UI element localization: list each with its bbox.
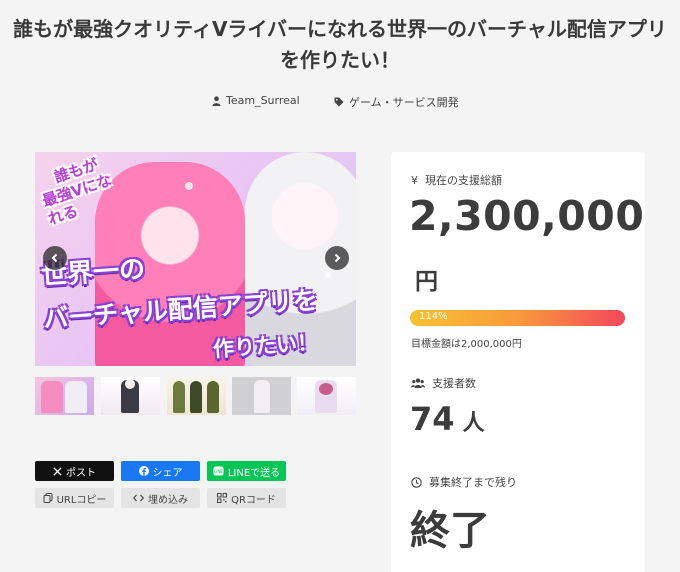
share-x-label: ポスト <box>66 467 96 479</box>
category-name: ゲーム・サービス開発 <box>349 96 459 109</box>
share-facebook-button[interactable]: シェア <box>121 461 200 481</box>
remaining-label: 募集終了まで残り <box>429 476 517 489</box>
supporters-label: 支援者数 <box>432 377 476 390</box>
sparkle <box>185 182 193 190</box>
owner-name: Team_Surreal <box>226 94 300 107</box>
chevron-right-icon <box>334 253 341 263</box>
qr-code-label: QRコード <box>231 494 276 506</box>
sparkle <box>325 272 331 278</box>
progress-bar: 114% <box>410 310 625 326</box>
thumbnail[interactable] <box>35 377 94 415</box>
code-icon <box>133 494 144 502</box>
supporters-value: 74 <box>410 400 455 438</box>
line-icon: LINE <box>213 466 224 476</box>
thumbnail[interactable] <box>101 377 160 415</box>
project-title: 誰もが最強クオリティVライバーになれる世界一のバーチャル配信アプリを作りたい！ <box>13 17 667 72</box>
share-line-button[interactable]: LINE LINEで送る <box>207 461 286 481</box>
qr-code-icon <box>217 493 228 503</box>
supporters-unit: 人 <box>462 411 485 436</box>
utility-buttons: URLコピー 埋め込み QRコード <box>35 488 293 508</box>
goal-amount: 目標金額は2,000,000円 <box>411 339 522 350</box>
remaining-value: 終了 <box>410 508 490 554</box>
progress-percent: 114% <box>419 311 448 322</box>
remaining-label-row: 募集終了まで残り <box>411 474 517 490</box>
carousel-prev-button[interactable] <box>43 246 67 270</box>
thumbnail-strip <box>35 377 356 415</box>
amount-value: 2,300,000 <box>409 192 645 240</box>
funding-panel: ¥ 現在の支援総額 2,300,000 円 114% 目標金額は2,000,00… <box>391 152 645 572</box>
amount-label-row: ¥ 現在の支援総額 <box>411 172 502 188</box>
amount-label: 現在の支援総額 <box>425 174 502 187</box>
hero-image[interactable]: 誰もが 最強Vになれる 世界一の バーチャル配信アプリを 作りたい！ <box>35 152 356 366</box>
owner-link[interactable]: Team_Surreal <box>212 94 300 107</box>
carousel-next-button[interactable] <box>325 246 349 270</box>
category-link[interactable]: ゲーム・サービス開発 <box>334 94 459 110</box>
share-buttons: ポスト シェア LINE LINEで送る <box>35 461 293 481</box>
users-icon <box>411 378 425 388</box>
copy-url-label: URLコピー <box>56 494 107 506</box>
tag-icon <box>334 97 344 107</box>
svg-text:LINE: LINE <box>214 469 223 474</box>
project-meta: Team_Surreal ゲーム・サービス開発 <box>0 94 680 110</box>
thumbnail[interactable] <box>232 377 291 415</box>
copy-icon <box>43 493 53 503</box>
embed-label: 埋め込み <box>148 494 188 506</box>
embed-button[interactable]: 埋め込み <box>121 488 200 508</box>
clock-icon <box>411 476 422 488</box>
user-icon <box>212 95 221 106</box>
share-facebook-label: シェア <box>152 467 183 479</box>
currency-unit: 円 <box>415 269 438 295</box>
supporters-count: 74 人 <box>410 400 485 438</box>
share-line-label: LINEで送る <box>227 467 281 479</box>
thumbnail[interactable] <box>297 377 356 415</box>
yen-icon: ¥ <box>411 173 418 187</box>
copy-url-button[interactable]: URLコピー <box>35 488 114 508</box>
share-x-button[interactable]: ポスト <box>35 461 114 481</box>
chevron-left-icon <box>51 253 58 263</box>
x-logo-icon <box>53 466 62 476</box>
thumbnail[interactable] <box>167 377 226 415</box>
facebook-icon <box>138 466 149 476</box>
qr-code-button[interactable]: QRコード <box>207 488 286 508</box>
supporters-label-row: 支援者数 <box>411 375 476 391</box>
